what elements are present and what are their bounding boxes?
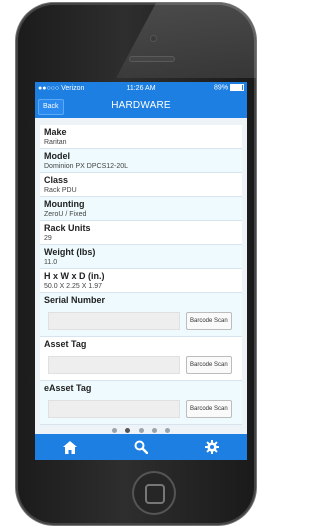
field-label: Model bbox=[44, 151, 70, 161]
home-button[interactable] bbox=[132, 471, 176, 515]
page-dot[interactable] bbox=[165, 428, 171, 434]
field-value: 50.0 X 2.25 X 1.97 bbox=[44, 283, 102, 290]
page-dot[interactable] bbox=[111, 428, 117, 434]
page-dot[interactable] bbox=[151, 428, 157, 434]
tab-home[interactable] bbox=[50, 434, 90, 460]
app-screen: ●●○○○ Verizon 11:26 AM 89% Back HARDWARE… bbox=[35, 82, 247, 460]
tab-search[interactable] bbox=[121, 434, 161, 460]
field-label: Class bbox=[44, 175, 69, 185]
field-value: Rack PDU bbox=[44, 187, 77, 194]
field-label: Mounting bbox=[44, 199, 85, 209]
status-bar: ●●○○○ Verizon 11:26 AM 89% bbox=[35, 82, 247, 94]
search-icon bbox=[134, 440, 148, 454]
serial-number-input[interactable] bbox=[48, 312, 180, 330]
battery-icon bbox=[230, 84, 244, 92]
gear-icon bbox=[204, 440, 219, 454]
asset-tag-row: Asset Tag Barcode Scan bbox=[40, 337, 242, 381]
field-rack-units: Rack Units 29 bbox=[40, 221, 242, 245]
tab-bar bbox=[35, 434, 247, 460]
field-mounting: Mounting ZeroU / Fixed bbox=[40, 197, 242, 221]
field-label: H x W x D (in.) bbox=[44, 271, 105, 281]
home-icon bbox=[63, 440, 78, 454]
easset-barcode-scan-button[interactable]: Barcode Scan bbox=[186, 400, 232, 418]
page-title: HARDWARE bbox=[111, 100, 171, 111]
field-value: 29 bbox=[44, 235, 52, 242]
field-value: 11.0 bbox=[44, 259, 58, 266]
tab-settings[interactable] bbox=[192, 434, 232, 460]
hardware-detail-list[interactable]: Make Raritan Model Dominion PX DPCS12-20… bbox=[40, 125, 242, 425]
page-dot[interactable] bbox=[138, 428, 144, 434]
page-indicator[interactable] bbox=[35, 422, 247, 434]
easset-tag-input[interactable] bbox=[48, 400, 180, 418]
field-make: Make Raritan bbox=[40, 125, 242, 149]
field-value: Dominion PX DPCS12-20L bbox=[44, 163, 129, 170]
field-model: Model Dominion PX DPCS12-20L bbox=[40, 149, 242, 173]
page-dot-active[interactable] bbox=[125, 428, 131, 434]
field-dimensions: H x W x D (in.) 50.0 X 2.25 X 1.97 bbox=[40, 269, 242, 293]
field-class: Class Rack PDU bbox=[40, 173, 242, 197]
nav-bar: Back HARDWARE bbox=[35, 94, 247, 118]
field-value: Raritan bbox=[44, 139, 67, 146]
field-value: ZeroU / Fixed bbox=[44, 211, 87, 218]
field-weight: Weight (lbs) 11.0 bbox=[40, 245, 242, 269]
battery-percent: 89% bbox=[214, 84, 229, 92]
asset-tag-input[interactable] bbox=[48, 356, 180, 374]
field-label: eAsset Tag bbox=[44, 383, 92, 393]
field-label: Asset Tag bbox=[44, 339, 87, 349]
asset-barcode-scan-button[interactable]: Barcode Scan bbox=[186, 356, 232, 374]
carrier-signal: ●●○○○ Verizon bbox=[38, 84, 85, 92]
battery-status: 89% bbox=[214, 84, 244, 92]
field-label: Make bbox=[44, 127, 67, 137]
front-camera bbox=[150, 35, 157, 42]
earpiece-speaker bbox=[129, 56, 175, 62]
field-label: Serial Number bbox=[44, 295, 106, 305]
field-label: Weight (lbs) bbox=[44, 247, 96, 257]
screen-glare bbox=[116, 3, 256, 78]
home-button-glyph bbox=[145, 484, 165, 504]
serial-barcode-scan-button[interactable]: Barcode Scan bbox=[186, 312, 232, 330]
field-label: Rack Units bbox=[44, 223, 91, 233]
serial-number-row: Serial Number Barcode Scan bbox=[40, 293, 242, 337]
easset-tag-row: eAsset Tag Barcode Scan bbox=[40, 381, 242, 425]
